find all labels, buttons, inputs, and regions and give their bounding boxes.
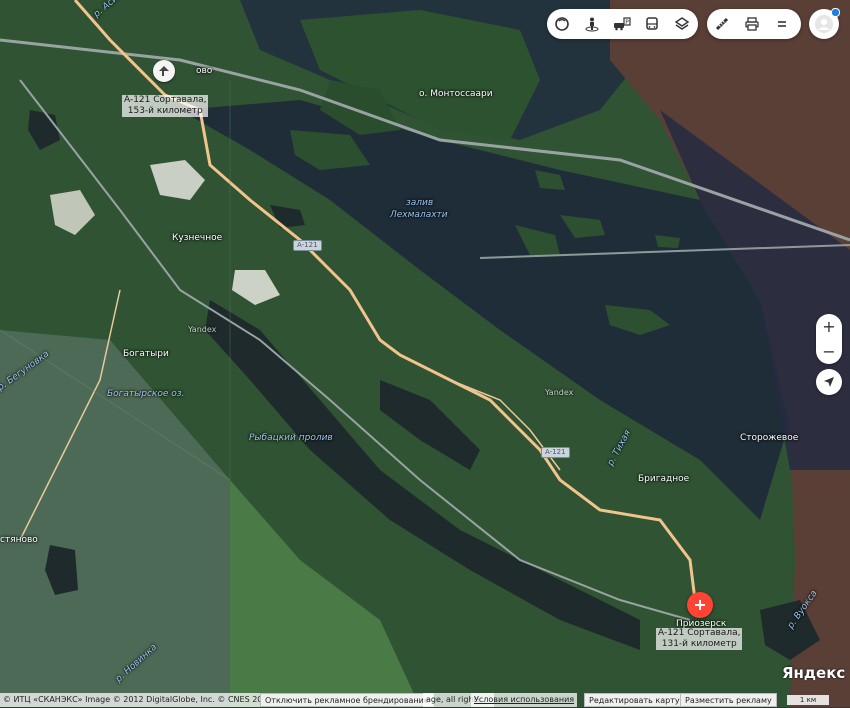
parking-button[interactable]: P — [607, 9, 637, 39]
location-arrow-icon — [824, 377, 834, 387]
copyright-text: © ИТЦ «СКАНЭКС» Image © 2012 DigitalGlob… — [0, 693, 276, 707]
pin-label-line2: 153-й километр — [127, 106, 203, 116]
yandex-watermark: Yandex — [545, 388, 574, 397]
town-bogatyri-label: Богатыри — [123, 349, 169, 359]
map-layers-toolbar: P — [547, 9, 698, 39]
notification-dot — [831, 8, 840, 17]
village-storozhevoe-label: Сторожевое — [740, 433, 799, 443]
island-label: о. Монтоссаари — [419, 89, 493, 99]
village-top-label: ово — [196, 66, 213, 76]
map-footer: © ИТЦ «СКАНЭКС» Image © 2012 DigitalGlob… — [0, 693, 850, 707]
disable-ads-button[interactable]: Отключить рекламное брендирование — [260, 693, 434, 707]
village-left-label: стяново — [0, 535, 38, 545]
yandex-watermark: Yandex — [188, 325, 217, 334]
ruler-button[interactable] — [707, 9, 737, 39]
plus-marker-icon — [695, 600, 705, 610]
pin-label-line2: 131-й километр — [661, 639, 737, 649]
parking-icon: P — [614, 17, 631, 31]
menu-button[interactable] — [767, 9, 797, 39]
layers-button[interactable] — [667, 9, 697, 39]
yandex-logo: Яндекс — [782, 664, 846, 682]
panorama-person-icon — [585, 17, 599, 32]
transit-button[interactable] — [637, 9, 667, 39]
menu-icon — [778, 21, 786, 27]
bay-label-1: залив — [406, 198, 434, 208]
village-brigadnoe-label: Бригадное — [638, 474, 690, 484]
svg-text:P: P — [625, 19, 629, 26]
placemark-131-icon[interactable] — [687, 592, 713, 618]
panorama-button[interactable] — [577, 9, 607, 39]
pin-label-line1: A-121 Сортавала, — [658, 628, 741, 638]
town-kuznechnoe-label: Кузнечное — [172, 233, 223, 243]
pin-label-line1: A-121 Сортавала, — [124, 95, 207, 105]
traffic-button[interactable] — [547, 9, 577, 39]
transit-bus-icon — [646, 17, 658, 30]
place-ad-button[interactable]: Разместить рекламу — [680, 693, 777, 707]
zoom-out-button[interactable]: − — [816, 339, 842, 364]
satellite-map[interactable]: о. Монтоссаари залив Лехмалахти Кузнечно… — [0, 0, 850, 707]
bay-label-2: Лехмалахти — [390, 210, 448, 220]
layers-icon — [674, 17, 690, 30]
avatar-icon — [815, 15, 833, 33]
road-sign-a121: A-121 — [293, 240, 322, 251]
zoom-control: + − — [816, 314, 842, 364]
map-tools-toolbar — [707, 9, 801, 39]
strait-label: Рыбацкий пролив — [249, 433, 333, 443]
placemark-131-label[interactable]: A-121 Сортавала, 131-й километр — [656, 628, 743, 650]
pin-marker-icon — [159, 66, 169, 76]
lake-label: Богатырское оз. — [107, 389, 185, 399]
ruler-icon — [715, 17, 729, 31]
print-icon — [745, 17, 759, 31]
terms-link[interactable]: Условия использования — [471, 693, 578, 707]
zoom-in-button[interactable]: + — [816, 314, 842, 339]
road-sign-a121: A-121 — [541, 447, 570, 458]
user-avatar-button[interactable] — [809, 8, 840, 39]
traffic-icon — [555, 17, 569, 31]
print-button[interactable] — [737, 9, 767, 39]
placemark-153-icon[interactable] — [153, 60, 175, 82]
placemark-153-label[interactable]: A-121 Сортавала, 153-й километр — [122, 95, 209, 117]
edit-map-button[interactable]: Редактировать карту — [584, 693, 685, 707]
geolocation-button[interactable] — [816, 369, 842, 395]
